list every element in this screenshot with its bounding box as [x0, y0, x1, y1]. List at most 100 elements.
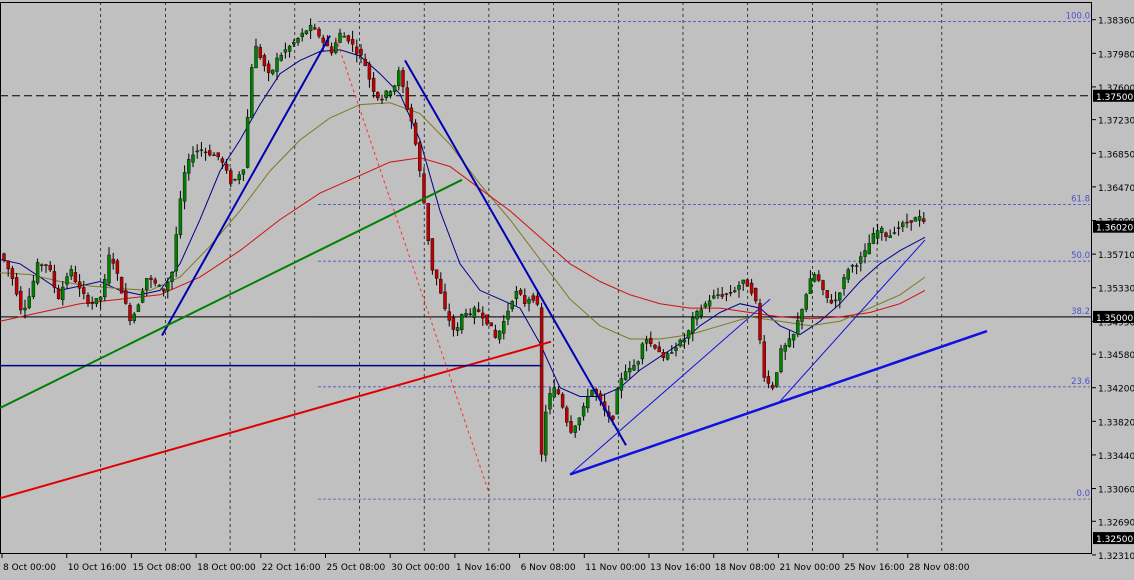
candle-up: [552, 387, 556, 398]
candle-down: [153, 279, 157, 284]
candle-down: [350, 39, 355, 45]
candle-up: [665, 353, 670, 360]
x-tick-label: 22 Oct 16:00: [262, 563, 321, 573]
candle-up: [384, 90, 388, 98]
candle-down: [481, 312, 485, 319]
candle-down: [313, 27, 317, 30]
candle-up: [40, 264, 44, 266]
x-tick-label: 6 Nov 08:00: [521, 563, 576, 573]
candle-up: [796, 320, 800, 335]
candle-up: [65, 276, 69, 285]
candle-down: [371, 77, 376, 92]
candle-down: [401, 70, 405, 87]
candle-up: [733, 290, 737, 292]
trendline[interactable]: [404, 59, 627, 446]
candle-up: [98, 296, 103, 301]
candle-up: [838, 292, 842, 301]
candle-up: [388, 91, 393, 96]
candle-up: [741, 279, 745, 284]
candle-up: [174, 234, 178, 272]
candle-down: [430, 238, 435, 271]
x-tick-label: 21 Nov 00:00: [779, 563, 840, 573]
candle-up: [166, 282, 170, 291]
candle-down: [86, 295, 90, 304]
candle-up: [304, 30, 309, 34]
candle-up: [182, 172, 187, 202]
candle-up: [308, 24, 313, 32]
candle-up: [615, 389, 619, 415]
y-tick-label: 1.36850: [1098, 150, 1134, 160]
candle-up: [287, 45, 292, 52]
candle-down: [329, 46, 334, 54]
candle-down: [884, 232, 888, 237]
y-tick-label: 1.35330: [1098, 285, 1134, 295]
candle-up: [867, 243, 871, 255]
x-tick-label: 30 Oct 00:00: [391, 563, 450, 573]
trendline[interactable]: [335, 38, 490, 494]
candle-down: [115, 260, 120, 274]
candle-up: [170, 272, 174, 282]
candle-up: [670, 352, 674, 354]
price-label: 1.35000: [1096, 314, 1133, 324]
candle-up: [296, 37, 300, 43]
candle-up: [136, 304, 141, 312]
candle-down: [720, 294, 724, 297]
candle-down: [73, 272, 78, 283]
x-tick-label: 15 Oct 08:00: [132, 563, 191, 573]
candle-down: [56, 288, 61, 300]
candle-down: [220, 158, 225, 163]
candle-down: [653, 344, 657, 349]
candle-down: [413, 122, 418, 145]
chart-window[interactable]: 100.0 61.8 50.0 38.2 23.6 0.0 1.38360 1.37980 1…: [0, 0, 1134, 576]
candle-up: [842, 277, 846, 289]
x-tick-label: 8 Oct 00:00: [3, 563, 56, 573]
candle-up: [157, 284, 162, 287]
candle-up: [275, 57, 279, 72]
candle-down: [14, 277, 19, 295]
y-tick-label: 1.37980: [1098, 50, 1134, 60]
candle-up: [850, 265, 855, 267]
candle-up: [846, 269, 850, 280]
candle-up: [460, 314, 464, 330]
candle-down: [493, 329, 498, 338]
candle-down: [149, 277, 153, 280]
trendlines[interactable]: [0, 35, 988, 500]
candle-down: [523, 295, 527, 304]
fib-level-label: 23.6: [1071, 377, 1090, 387]
candle-up: [279, 55, 283, 61]
candle-up: [833, 299, 838, 302]
candle-up: [863, 250, 867, 257]
price-chart[interactable]: 100.0 61.8 50.0 38.2 23.6 0.0 1.38360 1.37980 1…: [0, 0, 1134, 576]
fib-level-label: 38.2: [1071, 307, 1090, 317]
candle-up: [250, 67, 254, 119]
candle-down: [443, 291, 447, 310]
candle-up: [917, 216, 922, 221]
x-tick-label: 11 Nov 00:00: [585, 563, 646, 573]
candle-down: [359, 48, 363, 56]
candle-up: [783, 345, 787, 352]
candle-down: [476, 309, 481, 312]
trendline[interactable]: [777, 239, 926, 404]
candle-up: [871, 233, 876, 244]
x-tick-label: 18 Nov 08:00: [715, 563, 776, 573]
y-tick-label: 1.32310: [1098, 552, 1134, 562]
x-tick-label: 25 Nov 16:00: [844, 563, 905, 573]
candle-down: [825, 290, 829, 298]
candle-up: [644, 339, 649, 344]
candle-up: [808, 278, 813, 294]
trendline[interactable]: [161, 35, 331, 336]
y-tick-label: 1.34580: [1098, 351, 1134, 361]
candle-up: [61, 286, 65, 301]
x-tick-label: 28 Nov 08:00: [909, 563, 970, 573]
candle-up: [686, 330, 691, 339]
price-label: 1.36020: [1096, 224, 1133, 234]
candle-down: [44, 264, 48, 266]
candle-down: [19, 290, 23, 311]
candle-up: [628, 367, 632, 373]
candle-up: [510, 301, 514, 310]
candle-down: [161, 288, 166, 292]
candle-down: [451, 317, 456, 330]
candle-down: [829, 299, 834, 304]
price-label: 1.32500: [1096, 535, 1133, 545]
candle-down: [728, 292, 733, 294]
